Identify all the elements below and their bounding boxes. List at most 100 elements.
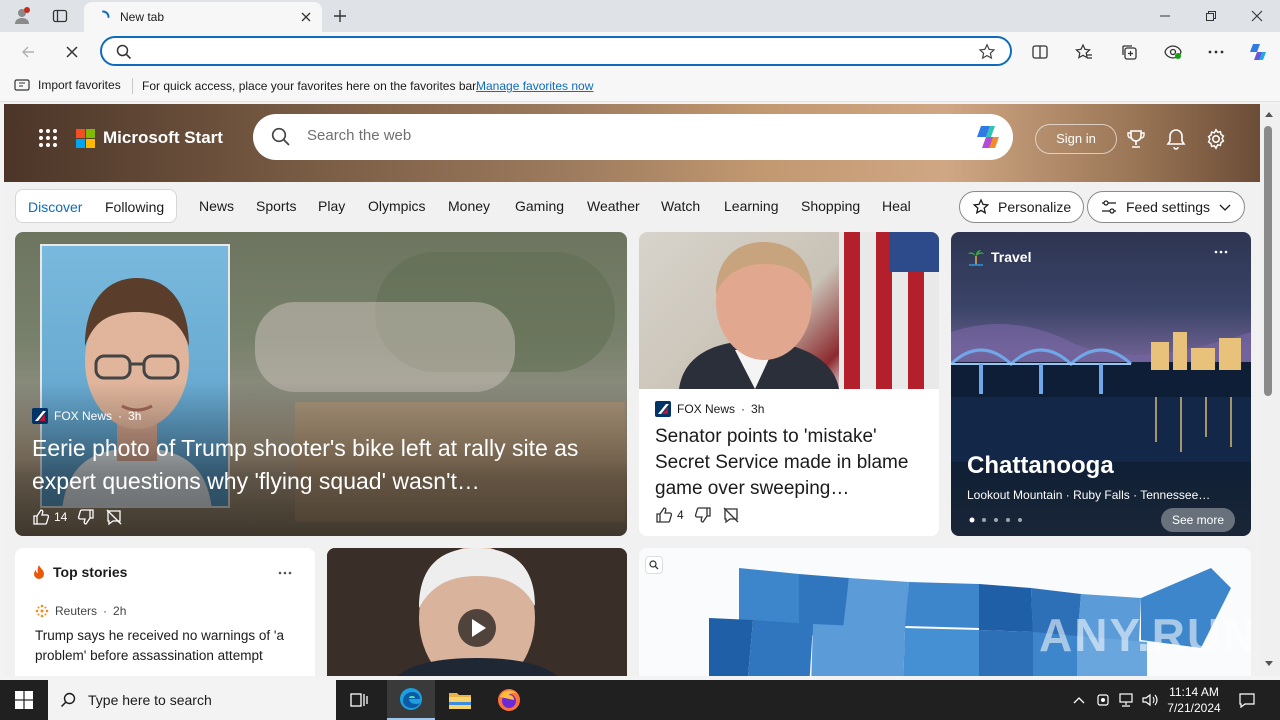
tab-actions-icon[interactable] (46, 4, 74, 28)
copilot-icon[interactable] (973, 123, 1003, 151)
folder-icon (449, 693, 471, 709)
copilot-icon[interactable] (1246, 40, 1270, 64)
device-icon[interactable] (1094, 691, 1112, 709)
app-launcher-icon[interactable] (38, 128, 58, 148)
taskbar-firefox[interactable] (485, 680, 533, 720)
address-input[interactable] (138, 42, 958, 60)
travel-card[interactable]: Travel Chattanooga Lookout Mountain · Ru… (951, 232, 1251, 536)
category-sports[interactable]: Sports (256, 198, 296, 214)
tab-title: New tab (120, 10, 165, 24)
notification-center-icon[interactable] (1238, 691, 1256, 709)
palm-tree-icon (968, 250, 984, 266)
play-button-icon[interactable] (457, 608, 497, 648)
system-clock[interactable]: 11:14 AM 7/21/2024 (1160, 684, 1228, 716)
hide-story-button[interactable] (722, 506, 740, 524)
watermark: ANY.RUN (1039, 609, 1251, 661)
travel-title[interactable]: Chattanooga (967, 452, 1114, 480)
stop-loading-button[interactable] (58, 38, 86, 66)
carousel-dots[interactable] (969, 517, 1029, 523)
category-gaming[interactable]: Gaming (515, 198, 564, 214)
feed-settings-button[interactable]: Feed settings (1087, 191, 1246, 223)
scrollbar-thumb[interactable] (1264, 126, 1272, 396)
back-button[interactable] (14, 38, 42, 66)
scroll-down-icon[interactable] (1264, 660, 1274, 668)
thumbs-down-icon (694, 507, 711, 523)
taskbar-search-box[interactable]: Type here to search (48, 680, 336, 720)
travel-category[interactable]: Travel (967, 248, 1031, 266)
see-more-button[interactable]: See more (1161, 508, 1235, 532)
like-button[interactable]: 4 (655, 506, 684, 524)
close-tab-icon[interactable] (298, 9, 314, 25)
like-button[interactable]: 14 (32, 508, 67, 526)
category-learning[interactable]: Learning (724, 198, 779, 214)
show-hidden-icons[interactable] (1070, 691, 1088, 709)
tab-discover[interactable]: Discover (28, 199, 82, 215)
browser-essentials-icon[interactable] (1161, 40, 1185, 64)
profile-icon[interactable] (8, 4, 36, 28)
start-button[interactable] (0, 680, 48, 720)
story-age: 3h (128, 409, 142, 423)
category-watch[interactable]: Watch (661, 198, 700, 214)
vertical-scrollbar[interactable] (1260, 104, 1280, 676)
story-source[interactable]: Reuters · 2h (35, 604, 126, 618)
category-money[interactable]: Money (448, 198, 490, 214)
restore-button[interactable] (1188, 0, 1234, 32)
feed-tabs: Discover Following (15, 189, 177, 223)
lead-story-card[interactable]: FOX News · 3h Eerie photo of Trump shoot… (15, 232, 627, 536)
rewards-trophy-icon[interactable] (1123, 126, 1149, 152)
lead-headline[interactable]: Eerie photo of Trump shooter's bike left… (32, 432, 612, 498)
web-search-box[interactable] (253, 114, 1013, 160)
tab-following[interactable]: Following (105, 199, 164, 215)
category-olympics[interactable]: Olympics (368, 198, 426, 214)
story-headline[interactable]: Senator points to 'mistake' Secret Servi… (655, 424, 931, 502)
category-shopping[interactable]: Shopping (801, 198, 860, 214)
favorite-star-icon[interactable] (978, 43, 996, 61)
category-health[interactable]: Heal (882, 198, 911, 214)
hide-story-button[interactable] (105, 508, 123, 526)
microsoft-start-logo[interactable]: Microsoft Start (76, 128, 223, 148)
taskbar-edge[interactable] (387, 680, 435, 720)
minimize-button[interactable] (1142, 0, 1188, 32)
import-favorites-icon (14, 79, 30, 91)
manage-favorites-link[interactable]: Manage favorites now (476, 79, 593, 93)
category-play[interactable]: Play (318, 198, 345, 214)
tab-new-tab[interactable]: New tab (84, 2, 322, 32)
map-card[interactable]: ANY.RUN (639, 548, 1251, 676)
reaction-bar: 4 (655, 506, 740, 524)
hide-story-icon (106, 509, 122, 526)
page-content: Microsoft Start Sign in Discover Followi… (4, 104, 1260, 676)
personalize-button[interactable]: Personalize (959, 191, 1085, 223)
category-news[interactable]: News (199, 198, 234, 214)
network-icon[interactable] (1117, 691, 1135, 709)
favorites-icon[interactable] (1072, 40, 1096, 64)
story-source[interactable]: FOX News · 3h (655, 401, 764, 417)
search-icon[interactable] (645, 556, 663, 574)
photo-background (255, 302, 515, 392)
story-source[interactable]: FOX News · 3h (32, 408, 141, 424)
split-screen-icon[interactable] (1028, 40, 1052, 64)
top-stories-header[interactable]: Top stories (31, 564, 127, 580)
new-tab-button[interactable] (326, 4, 354, 28)
close-window-button[interactable] (1234, 0, 1280, 32)
category-weather[interactable]: Weather (587, 198, 640, 214)
dislike-button[interactable] (77, 508, 95, 526)
settings-gear-icon[interactable] (1203, 126, 1229, 152)
more-options-icon[interactable] (1213, 244, 1229, 260)
address-bar[interactable] (100, 36, 1012, 66)
sign-in-button[interactable]: Sign in (1035, 124, 1117, 154)
import-favorites-button[interactable]: Import favorites (14, 78, 121, 92)
more-options-icon[interactable] (1204, 40, 1228, 64)
taskbar-file-explorer[interactable] (436, 680, 484, 720)
dislike-button[interactable] (694, 506, 712, 524)
task-view-button[interactable] (336, 680, 384, 720)
notifications-bell-icon[interactable] (1163, 126, 1189, 152)
top-story-headline[interactable]: Trump says he received no warnings of 'a… (35, 626, 305, 666)
news-photo (639, 232, 939, 389)
web-search-input[interactable] (307, 127, 947, 144)
more-options-icon[interactable] (277, 565, 293, 581)
scroll-up-icon[interactable] (1264, 110, 1274, 118)
video-story-card[interactable] (327, 548, 627, 676)
story-card[interactable]: FOX News · 3h Senator points to 'mistake… (639, 232, 939, 536)
collections-icon[interactable] (1117, 40, 1141, 64)
volume-icon[interactable] (1141, 691, 1159, 709)
